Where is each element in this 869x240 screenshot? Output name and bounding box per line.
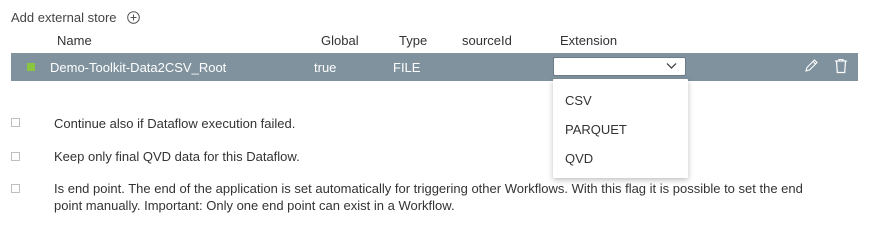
column-header-sourceid: sourceId [462,33,512,48]
add-external-store-label: Add external store [11,9,117,25]
end-point-label: Is end point. The end of the application… [54,181,803,213]
pencil-icon[interactable] [804,58,819,73]
extension-option-parquet[interactable]: PARQUET [565,122,627,137]
continue-if-failed-label: Continue also if Dataflow execution fail… [54,116,296,131]
add-external-store[interactable]: Add external store [11,8,140,26]
extension-option-csv[interactable]: CSV [565,93,592,108]
extension-option-qvd[interactable]: QVD [565,151,593,166]
extension-select[interactable] [553,57,686,76]
row-global: true [314,60,337,75]
external-stores-table: Name Global Type sourceId Extension Demo… [11,28,858,81]
table-header: Name Global Type sourceId Extension [11,28,858,53]
row-type: FILE [393,60,421,75]
trash-icon[interactable] [834,58,848,74]
keep-final-qvd-label: Keep only final QVD data for this Datafl… [54,149,300,164]
plus-circle-icon[interactable] [126,10,140,24]
extension-dropdown-menu: CSV PARQUET QVD [553,79,688,178]
continue-if-failed-checkbox[interactable] [11,118,20,127]
chevron-down-icon [666,63,677,69]
table-row[interactable]: Demo-Toolkit-Data2CSV_Root true FILE [11,53,858,81]
column-header-name: Name [57,33,92,48]
column-header-extension: Extension [560,33,618,48]
column-header-type: Type [399,33,428,48]
column-header-global: Global [321,33,359,48]
row-name: Demo-Toolkit-Data2CSV_Root [50,60,227,75]
keep-final-qvd-checkbox[interactable] [11,152,20,161]
status-indicator [27,63,35,71]
end-point-checkbox[interactable] [11,184,20,193]
